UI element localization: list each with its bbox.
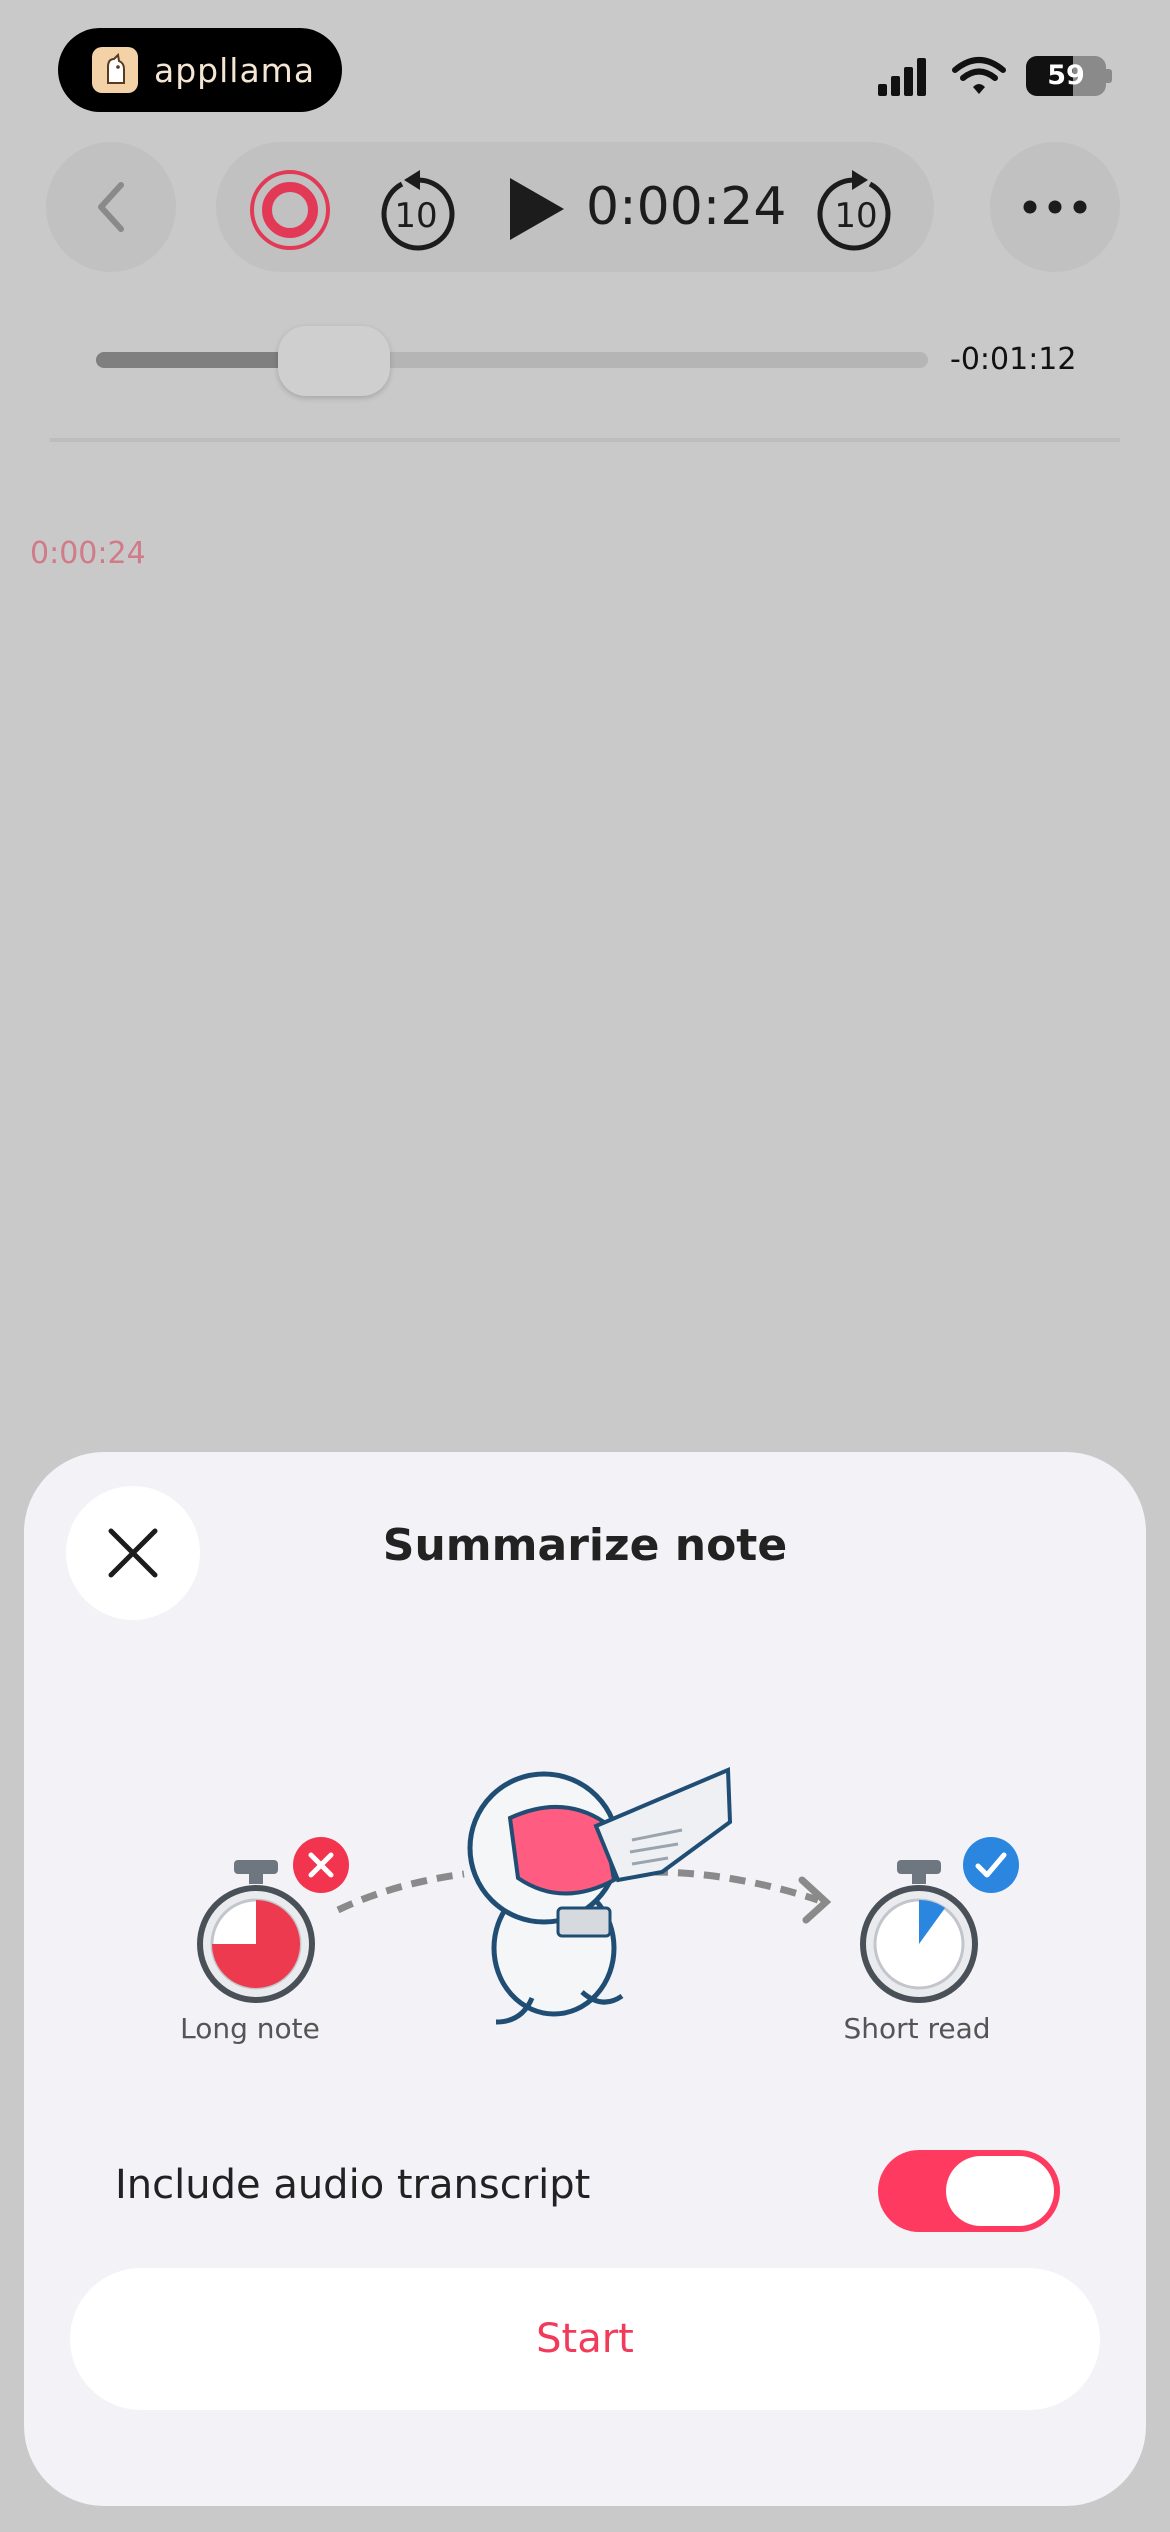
app-name: appllama — [154, 50, 316, 90]
record-icon — [250, 170, 330, 250]
status-icons: 59 — [876, 48, 1112, 104]
back-button[interactable] — [46, 142, 176, 272]
progress-thumb[interactable] — [278, 326, 390, 396]
toggle-knob — [946, 2156, 1054, 2226]
app-logo-icon — [92, 47, 138, 93]
signal-icon — [878, 58, 926, 96]
back-chevron-icon — [98, 182, 124, 232]
include-transcript-toggle[interactable] — [878, 2150, 1060, 2232]
skip-forward-seconds: 10 — [834, 196, 878, 236]
transcript-timestamp[interactable]: 0:00:24 — [30, 536, 146, 571]
skip-forward-button[interactable]: 10 — [816, 166, 896, 254]
more-icon — [1023, 200, 1087, 214]
check-badge-icon — [963, 1837, 1019, 1893]
start-button[interactable]: Start — [70, 2268, 1100, 2410]
more-button[interactable] — [990, 142, 1120, 272]
remaining-time: -0:01:12 — [950, 342, 1077, 377]
app-pill[interactable]: appllama — [58, 28, 342, 112]
astronaut-illustration — [336, 1767, 832, 2025]
battery-level: 59 — [1047, 60, 1085, 91]
skip-back-seconds: 10 — [394, 196, 438, 236]
battery-icon: 59 — [1026, 56, 1112, 96]
play-button[interactable] — [506, 176, 566, 242]
toggle-label: Include audio transcript — [115, 2162, 591, 2208]
skip-back-button[interactable]: 10 — [376, 166, 456, 254]
short-read-label: Short read — [843, 2012, 991, 2045]
record-button[interactable] — [248, 168, 332, 252]
play-icon — [510, 178, 564, 240]
wifi-icon — [952, 57, 1006, 94]
header-divider — [50, 438, 1120, 442]
elapsed-time: 0:00:24 — [586, 177, 787, 237]
sheet-title: Summarize note — [382, 1520, 788, 1571]
